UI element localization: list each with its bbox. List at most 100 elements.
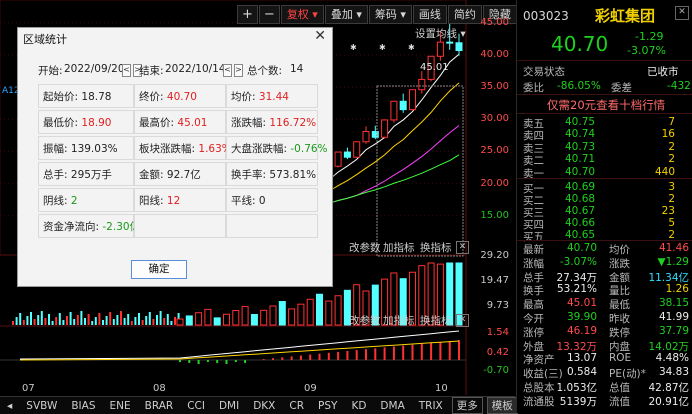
volume-bar xyxy=(127,314,130,325)
stats-cell-value: 18.78 xyxy=(81,91,112,103)
add-indicator-link-2[interactable]: 加指标 xyxy=(383,313,415,328)
indicator-tab[interactable]: DMI xyxy=(212,400,246,412)
change-param-link[interactable]: 改参数 xyxy=(349,240,381,255)
indicator-tab[interactable]: KD xyxy=(344,400,373,412)
volume-bar xyxy=(166,314,169,325)
stats-cell: 均价: 31.44 xyxy=(226,84,318,108)
bid-row[interactable]: 买一 40.69 3 xyxy=(517,181,692,195)
indicator-tab[interactable]: BIAS xyxy=(64,400,102,412)
indicator-tab[interactable]: CCI xyxy=(180,400,212,412)
stats-cell: 换手率: 573.81% xyxy=(226,162,318,186)
volume-bar xyxy=(204,308,212,326)
ma-settings-link[interactable]: 设置均线 ▾ xyxy=(415,26,466,41)
indicator-tab[interactable]: CR xyxy=(282,400,311,412)
indicator-tab[interactable]: DKX xyxy=(246,400,282,412)
candle-body xyxy=(353,141,361,158)
stats-cell-value: 0 xyxy=(258,195,266,207)
indicator-tab[interactable]: BRAR xyxy=(138,400,181,412)
stats-cell-value: 12 xyxy=(166,195,181,207)
volume-bar xyxy=(152,319,155,325)
fuquan-button[interactable]: 复权 ▾ xyxy=(280,5,324,24)
stat-value: 4.48% xyxy=(655,352,689,365)
count-label: 总个数: xyxy=(247,65,283,77)
switch-indicator-link-2[interactable]: 换指标 xyxy=(420,313,452,328)
promo-link[interactable]: 仅需20元查看十档行情 xyxy=(547,97,665,113)
price-tick: 40.00 xyxy=(480,49,509,60)
bid-row[interactable]: 买四 40.66 5 xyxy=(517,217,692,231)
end-stepper[interactable]: < > xyxy=(221,62,243,77)
volume-bar xyxy=(66,316,68,325)
stats-cell-label: 大盘涨跌幅: xyxy=(231,143,288,155)
indicator-tab[interactable]: PSY xyxy=(311,400,344,412)
price-peak-label: 45.01 xyxy=(420,62,449,73)
stats-cell-label: 金额: xyxy=(139,169,164,181)
stats-cell-value: 116.72% xyxy=(269,117,317,129)
close-dialog-icon[interactable]: ✕ xyxy=(314,28,326,44)
macd-tick: 0.42 xyxy=(486,347,509,358)
zoom-out-button[interactable]: − xyxy=(258,5,280,24)
macd-tick: -0.70 xyxy=(483,365,509,376)
change-param-link-2[interactable]: 改参数 xyxy=(349,313,381,328)
event-marker-icon: ✱ xyxy=(350,43,357,52)
stats-row: 净资产 13.07 ROE 4.48% xyxy=(517,352,692,367)
chevron-right-icon[interactable]: > xyxy=(234,64,243,77)
overlay-button[interactable]: 叠加 ▾ xyxy=(324,5,368,24)
chip-button[interactable]: 筹码 ▾ xyxy=(368,5,412,24)
stat-label: 换手 xyxy=(523,285,544,298)
volume-bar xyxy=(241,306,249,326)
chevron-left-icon[interactable]: < xyxy=(223,64,232,77)
close-indicator-icon-2[interactable]: ✕ xyxy=(456,314,469,327)
volume-bar xyxy=(278,301,286,326)
volume-bar xyxy=(145,316,148,325)
ask-row[interactable]: 卖三 40.73 2 xyxy=(517,141,692,155)
ask-row[interactable]: 卖二 40.71 2 xyxy=(517,153,692,167)
stat-label: 总手 xyxy=(523,271,544,284)
volume-bar xyxy=(94,317,97,325)
macd-tick: 1.54 xyxy=(486,327,509,338)
stat-label: 净资产 xyxy=(523,354,555,367)
volume-bar xyxy=(170,321,173,325)
bid-volume: 23 xyxy=(661,205,675,218)
chevron-left-icon[interactable]: < xyxy=(122,64,131,77)
stats-cell: 资金净流向: -2.30亿 xyxy=(38,214,140,238)
more-tabs-button[interactable]: 更多 xyxy=(451,397,483,414)
zoom-in-button[interactable]: + xyxy=(237,5,258,24)
stats-cell: 振幅: 139.03% xyxy=(38,136,134,160)
add-indicator-link[interactable]: 加指标 xyxy=(383,240,415,255)
ask-row[interactable]: 卖一 40.70 440 xyxy=(517,165,692,180)
price-tick: 25.00 xyxy=(480,145,509,157)
draw-line-button[interactable]: 画线 xyxy=(412,5,447,24)
volume-bar xyxy=(334,295,342,326)
volume-bar xyxy=(176,318,184,326)
indicator-tab[interactable]: SVBW xyxy=(19,400,64,412)
stats-row: 收益(三) 0.584 PE(动)* 34.83 xyxy=(517,366,692,380)
stats-cell-label: 换手率: xyxy=(231,169,267,181)
start-label: 开始: xyxy=(38,65,63,77)
stat-label: 均价 xyxy=(609,244,630,256)
close-indicator-icon[interactable]: ✕ xyxy=(456,241,469,254)
switch-indicator-link[interactable]: 换指标 xyxy=(420,240,452,255)
quote-panel: 003023 彩虹集团 ✕ 40.70 -1.29 -3.07% 交易状态 已收… xyxy=(516,0,692,413)
volume-bar xyxy=(22,320,25,325)
ask-price: 40.70 xyxy=(565,165,596,178)
ask-row[interactable]: 卖四 40.74 16 xyxy=(517,128,692,142)
stats-cell-value: 573.81% xyxy=(269,169,317,181)
volume-bar xyxy=(62,320,65,325)
volume-bar xyxy=(37,315,40,325)
ask-row[interactable]: 卖五 40.75 7 xyxy=(517,116,692,130)
close-panel-icon[interactable]: ✕ xyxy=(675,6,689,20)
bid-row[interactable]: 买二 40.68 2 xyxy=(517,193,692,207)
ok-button[interactable]: 确定 xyxy=(131,260,187,279)
tab-left-arrow-icon[interactable]: ◂ xyxy=(0,400,19,412)
volume-bar xyxy=(306,298,314,326)
stat-label: 涨幅 xyxy=(523,257,544,270)
bid-row[interactable]: 买三 40.67 23 xyxy=(517,205,692,219)
template-button[interactable]: 模板 xyxy=(486,397,518,414)
indicator-tab[interactable]: DMA xyxy=(373,400,411,412)
weicha-label: 委差 xyxy=(611,82,632,94)
indicator-tab[interactable]: TRIX xyxy=(412,400,450,412)
stats-cell: 最低价: 18.90 xyxy=(38,110,134,134)
indicator-tab[interactable]: ENE xyxy=(103,400,138,412)
volume-bar xyxy=(123,318,126,325)
stats-cell-label: 起始价: xyxy=(43,91,79,103)
